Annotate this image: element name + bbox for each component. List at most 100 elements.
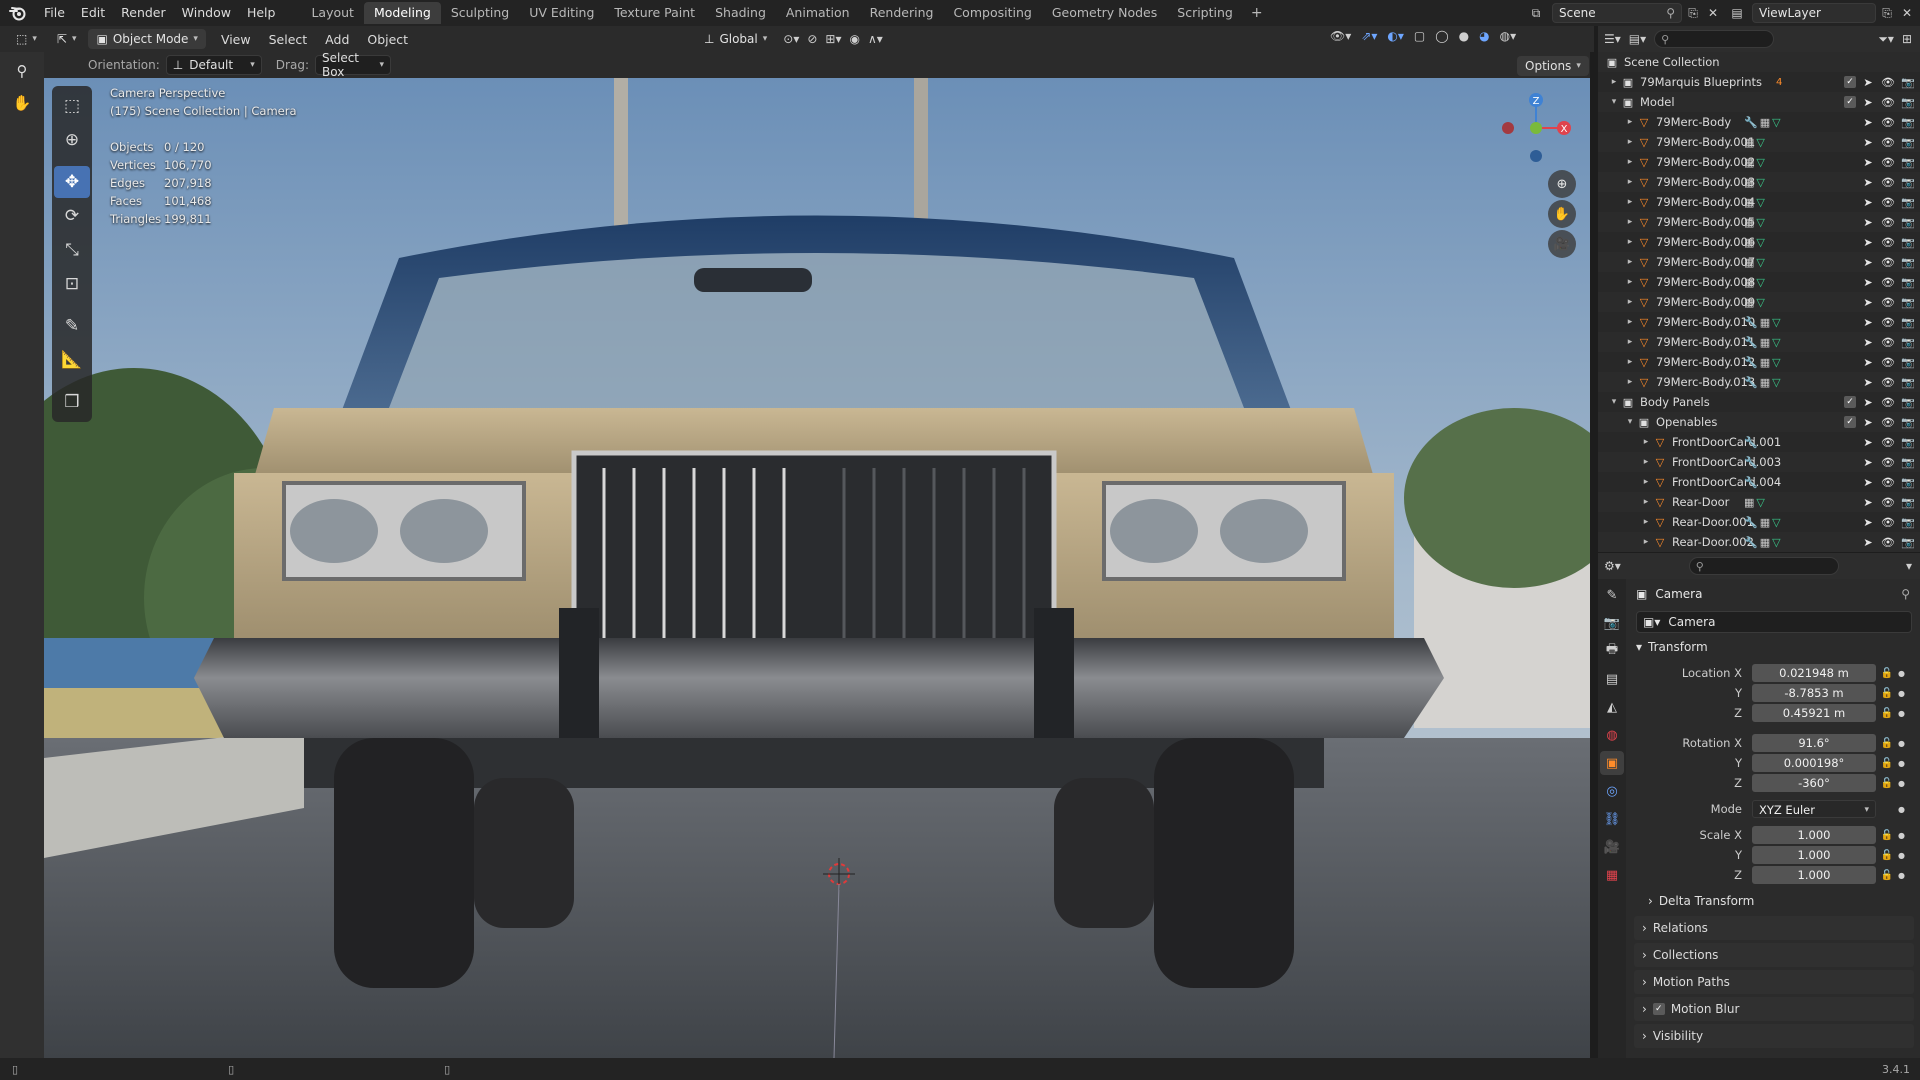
outliner-object-row[interactable]: ▸ ▽ 79Merc-Body.007 ▦ ▽ ➤ 👁 📷 — [1598, 252, 1920, 272]
delete-view-layer-icon[interactable]: ✕ — [1898, 4, 1916, 22]
camera-render-icon[interactable]: 📷 — [1900, 374, 1916, 390]
eye-icon[interactable]: 👁 — [1880, 174, 1896, 190]
lock-icon[interactable]: 🔓 — [1876, 870, 1898, 881]
y-axis-handle[interactable] — [1530, 122, 1542, 134]
neg-z-handle[interactable] — [1530, 150, 1542, 162]
eye-icon[interactable]: 👁 — [1880, 214, 1896, 230]
eye-icon[interactable]: 👁 — [1880, 314, 1896, 330]
expand-arrow-icon[interactable]: ▸ — [1624, 157, 1636, 167]
menu-edit[interactable]: Edit — [73, 0, 113, 26]
modifier-stack-icon[interactable]: ▦ — [1760, 376, 1770, 389]
expand-arrow-icon[interactable]: ▸ — [1640, 497, 1652, 507]
tab-layout[interactable]: Layout — [301, 2, 364, 24]
eye-icon[interactable]: 👁 — [1880, 234, 1896, 250]
wireframe-shading-icon[interactable]: ◯ — [1435, 29, 1448, 43]
tab-texture-paint[interactable]: Texture Paint — [604, 2, 705, 24]
modifier-stack-icon[interactable]: ▦ — [1744, 136, 1754, 149]
tab-rendering[interactable]: Rendering — [860, 2, 944, 24]
wrench-icon[interactable]: 🔧 — [1744, 536, 1758, 549]
gizmo-toggle-icon[interactable]: ⇗▾ — [1361, 29, 1377, 43]
visibility-icon[interactable]: 👁▾ — [1330, 29, 1351, 43]
wrench-icon[interactable]: 🔧 — [1744, 116, 1758, 129]
eye-icon[interactable]: 👁 — [1880, 534, 1896, 550]
modifier-stack-icon[interactable]: ▦ — [1744, 496, 1754, 509]
select-arrow-icon[interactable]: ➤ — [1860, 174, 1876, 190]
visibility-panel[interactable]: › Visibility — [1634, 1024, 1914, 1048]
mesh-data-icon[interactable]: ▽ — [1772, 116, 1780, 129]
select-arrow-icon[interactable]: ➤ — [1860, 214, 1876, 230]
camera-render-icon[interactable]: 📷 — [1900, 74, 1916, 90]
output-tab-icon[interactable]: 🖶 — [1600, 639, 1624, 663]
outliner-object-row[interactable]: ▸ ▽ 79Merc-Body.005 ▦ ▽ ➤ 👁 📷 — [1598, 212, 1920, 232]
lock-icon[interactable]: 🔓 — [1876, 668, 1898, 679]
wrench-icon[interactable]: 🔧 — [1744, 316, 1758, 329]
outliner-object-row[interactable]: ▸ ▽ 79Merc-Body.006 ▦ ▽ ➤ 👁 📷 — [1598, 232, 1920, 252]
solid-shading-icon[interactable]: ● — [1459, 29, 1469, 43]
annotate-tool-icon[interactable]: ✎ — [54, 310, 90, 342]
modifier-stack-icon[interactable]: ▦ — [1744, 196, 1754, 209]
xray-toggle-icon[interactable]: ▢ — [1414, 29, 1425, 43]
new-collection-icon[interactable]: ⊞ — [1902, 32, 1912, 46]
modifier-stack-icon[interactable]: ▦ — [1744, 256, 1754, 269]
scale-tool-icon[interactable]: ⤡ — [54, 234, 90, 266]
camera-render-icon[interactable]: 📷 — [1900, 294, 1916, 310]
menu-select[interactable]: Select — [260, 32, 317, 47]
mesh-data-icon[interactable]: ▽ — [1772, 376, 1780, 389]
eye-icon[interactable]: 👁 — [1880, 514, 1896, 530]
scale-y-field[interactable]: 1.000 — [1752, 846, 1876, 864]
select-arrow-icon[interactable]: ➤ — [1860, 154, 1876, 170]
scene-selector-icon[interactable]: ⧉ — [1526, 4, 1546, 22]
lock-icon[interactable]: 🔓 — [1876, 688, 1898, 699]
mesh-data-icon[interactable]: ▽ — [1756, 156, 1764, 169]
outliner-object-row[interactable]: ▸ ▽ 79Merc-Body.010 🔧 ▦ ▽ ➤ 👁 📷 — [1598, 312, 1920, 332]
mesh-data-icon[interactable]: ▽ — [1772, 316, 1780, 329]
properties-editor-icon[interactable]: ⚙▾ — [1604, 559, 1621, 573]
outliner-collection-row[interactable]: ▾ ▣ Openables ✓ ➤ 👁 📷 — [1598, 412, 1920, 432]
transform-orientation-dropdown[interactable]: ⊥ Global ▾ — [696, 29, 775, 49]
outliner-object-row[interactable]: ▸ ▽ Rear-Door ▦ ▽ ➤ 👁 📷 — [1598, 492, 1920, 512]
physics-tab-icon[interactable]: ◎ — [1600, 779, 1624, 803]
expand-arrow-icon[interactable]: ▸ — [1624, 317, 1636, 327]
camera-render-icon[interactable]: 📷 — [1900, 414, 1916, 430]
object-name-field[interactable]: ▣▾ Camera — [1636, 611, 1912, 633]
select-arrow-icon[interactable]: ➤ — [1860, 274, 1876, 290]
outliner-object-row[interactable]: ▸ ▽ Rear-Door.001 🔧 ▦ ▽ ➤ 👁 📷 — [1598, 512, 1920, 532]
keyframe-dot-icon[interactable]: ● — [1898, 709, 1908, 718]
eye-icon[interactable]: 👁 — [1880, 354, 1896, 370]
menu-object[interactable]: Object — [358, 32, 417, 47]
expand-arrow-icon[interactable]: ▸ — [1624, 377, 1636, 387]
tool-tab-icon[interactable]: ✎ — [1600, 583, 1624, 607]
expand-arrow-icon[interactable]: ▸ — [1624, 137, 1636, 147]
select-box-tool-icon[interactable]: ⬚ — [54, 90, 90, 122]
outliner-object-row[interactable]: ▸ ▽ FrontDoorCard.004 🔧 ➤ 👁 📷 — [1598, 472, 1920, 492]
expand-arrow-icon[interactable]: ▸ — [1624, 357, 1636, 367]
modifier-stack-icon[interactable]: ▦ — [1760, 356, 1770, 369]
delta-transform-header[interactable]: › Delta Transform — [1628, 889, 1920, 913]
expand-arrow-icon[interactable]: ▸ — [1640, 437, 1652, 447]
keyframe-dot-icon[interactable]: ● — [1898, 759, 1908, 768]
navigation-gizmo[interactable]: Z X — [1486, 86, 1576, 176]
select-arrow-icon[interactable]: ➤ — [1860, 434, 1876, 450]
mesh-data-icon[interactable]: ▽ — [1772, 356, 1780, 369]
select-arrow-icon[interactable]: ➤ — [1860, 74, 1876, 90]
location-z-field[interactable]: 0.45921 m — [1752, 704, 1876, 722]
select-arrow-icon[interactable]: ➤ — [1860, 374, 1876, 390]
wrench-icon[interactable]: 🔧 — [1744, 476, 1758, 489]
outliner-object-row[interactable]: ▸ ▽ 79Merc-Body.003 ▦ ▽ ➤ 👁 📷 — [1598, 172, 1920, 192]
expand-arrow-icon[interactable]: ▸ — [1624, 217, 1636, 227]
select-arrow-icon[interactable]: ➤ — [1860, 534, 1876, 550]
menu-render[interactable]: Render — [113, 0, 174, 26]
pan-hand-icon[interactable]: ✋ — [1548, 200, 1576, 228]
outliner-search-input[interactable]: ⚲ — [1654, 30, 1775, 48]
mesh-data-icon[interactable]: ▽ — [1756, 136, 1764, 149]
camera-render-icon[interactable]: 📷 — [1900, 534, 1916, 550]
add-workspace-button[interactable]: + — [1243, 5, 1271, 21]
expand-arrow-icon[interactable]: ▸ — [1624, 117, 1636, 127]
editor-type-button[interactable]: ⬚ ▾ — [8, 29, 45, 49]
mode-dropdown[interactable]: ▣ Object Mode ▾ — [88, 29, 206, 49]
tab-sculpting[interactable]: Sculpting — [441, 2, 519, 24]
exclude-checkbox[interactable]: ✓ — [1844, 396, 1856, 408]
scale-x-field[interactable]: 1.000 — [1752, 826, 1876, 844]
eye-icon[interactable]: 👁 — [1880, 474, 1896, 490]
keyframe-dot-icon[interactable]: ● — [1898, 871, 1908, 880]
